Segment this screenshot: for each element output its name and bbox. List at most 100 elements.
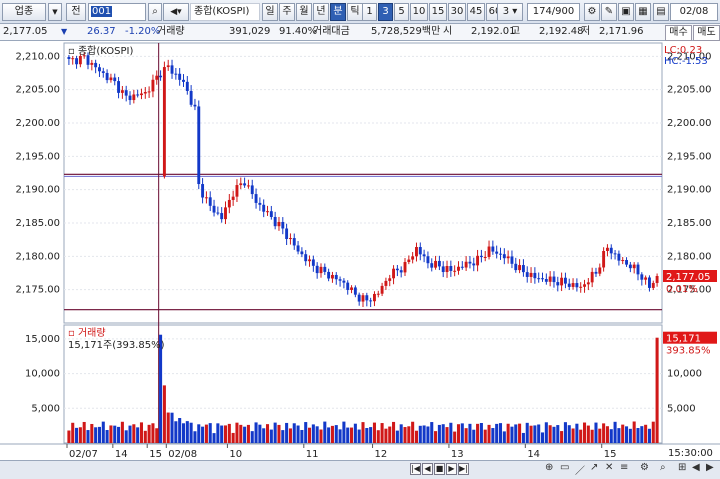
- period-button-2[interactable]: 월: [296, 3, 312, 21]
- count-select[interactable]: 3 ▾: [497, 3, 523, 21]
- scroll-end-button[interactable]: ▶|: [458, 463, 469, 475]
- period-button-1[interactable]: 주: [279, 3, 295, 21]
- settings-icon[interactable]: ⚙: [584, 3, 600, 21]
- scroll-start-button[interactable]: |◀: [410, 463, 421, 475]
- volume-bar: [136, 427, 140, 443]
- candle-body: [506, 256, 510, 259]
- volume-bar: [120, 421, 124, 443]
- candle-body: [311, 259, 315, 266]
- volume-bar: [609, 429, 613, 443]
- code-input[interactable]: 001: [88, 3, 146, 21]
- candle-body: [399, 270, 403, 273]
- type-select[interactable]: 전: [66, 3, 86, 21]
- volume-bar: [456, 424, 461, 443]
- candle-body: [514, 263, 518, 271]
- calendar-icon[interactable]: ▤: [653, 3, 669, 21]
- stop-button[interactable]: ■: [434, 463, 445, 475]
- volume-bar: [479, 423, 483, 443]
- settings-small-icon[interactable]: ⚙: [640, 462, 649, 473]
- current-price: 2,177.05: [3, 26, 48, 37]
- interval-button-4[interactable]: 15: [429, 3, 447, 21]
- volume-bar: [101, 421, 105, 443]
- prev-icon[interactable]: ◀: [692, 462, 700, 473]
- interval-button-5[interactable]: 30: [448, 3, 466, 21]
- sell-button[interactable]: 매도: [693, 25, 720, 41]
- candle-body: [113, 77, 117, 82]
- period-button-3[interactable]: 년: [313, 3, 329, 21]
- bars-icon[interactable]: ▭: [560, 462, 569, 473]
- interval-button-6[interactable]: 45: [467, 3, 485, 21]
- search-small-icon[interactable]: ⌕: [660, 462, 666, 473]
- candle-body: [468, 261, 472, 264]
- candle-body: [567, 283, 571, 287]
- interval-button-1[interactable]: 3: [378, 3, 393, 21]
- candle-body: [426, 256, 430, 264]
- date-input[interactable]: 02/08: [670, 3, 718, 21]
- volume-bar: [139, 422, 144, 443]
- volume-bar: [369, 427, 373, 443]
- market-select[interactable]: 업종: [2, 3, 46, 21]
- fit-icon[interactable]: ⊞: [678, 462, 686, 473]
- candle-body: [575, 283, 579, 288]
- period-button-5[interactable]: 틱: [347, 3, 363, 21]
- zoom-in-icon[interactable]: ⊕: [545, 462, 553, 473]
- candle-body: [453, 270, 457, 272]
- volume-bar: [437, 424, 441, 443]
- period-button-0[interactable]: 일: [262, 3, 278, 21]
- candle-body: [243, 183, 247, 186]
- candle-body: [472, 263, 476, 266]
- candle-body: [151, 79, 155, 92]
- last-percent-tag: 0.01%: [666, 284, 698, 295]
- volume-bar: [254, 422, 258, 443]
- last-volume-tag: 15,171: [666, 334, 701, 345]
- line-tool-icon[interactable]: ／: [575, 462, 585, 477]
- count-select-label: 3: [502, 6, 510, 17]
- volume-bar: [90, 423, 94, 443]
- buy-button[interactable]: 매수: [665, 25, 692, 41]
- next-icon[interactable]: ▶: [706, 462, 714, 473]
- search-icon[interactable]: ⌕: [148, 3, 162, 21]
- price-tick-left: 2,180.00: [15, 251, 60, 262]
- save-icon[interactable]: ▣: [618, 3, 634, 21]
- volume-bar: [250, 431, 254, 443]
- candle-body: [548, 276, 552, 282]
- volume-bar: [506, 423, 510, 443]
- interval-button-3[interactable]: 10: [410, 3, 428, 21]
- volume-bar: [392, 421, 396, 443]
- volume-bar: [193, 431, 197, 443]
- candle-body: [174, 73, 178, 75]
- x-axis-label: 02/08: [168, 449, 197, 460]
- candle-body: [155, 75, 159, 80]
- candle-body: [495, 251, 499, 254]
- interval-button-2[interactable]: 5: [394, 3, 409, 21]
- cross-tool-icon[interactable]: ✕: [605, 462, 613, 473]
- period-button-4[interactable]: 분: [330, 3, 346, 21]
- candle-body: [365, 295, 369, 301]
- candle-body: [418, 246, 422, 255]
- scroll-next-button[interactable]: ▶: [446, 463, 457, 475]
- count-input[interactable]: 174/900: [527, 3, 580, 21]
- volume-bar: [372, 422, 376, 443]
- pencil-icon[interactable]: ✎: [601, 3, 617, 21]
- volume-bar: [117, 426, 121, 443]
- candle-body: [189, 90, 193, 105]
- market-dropdown-icon[interactable]: ▼: [48, 3, 62, 21]
- volume-bar: [548, 425, 552, 443]
- trend-tool-icon[interactable]: ↗: [590, 462, 598, 473]
- volume-bar: [449, 422, 453, 443]
- candle-body: [277, 221, 281, 227]
- volume-bar: [460, 423, 464, 443]
- volume-bar: [308, 427, 312, 443]
- speaker-icon[interactable]: ◀▾: [163, 3, 189, 21]
- chart-area[interactable]: 2,210.00 2,210.002,205.00 2,205.002,200.00…: [0, 41, 720, 460]
- volume-bar: [97, 426, 101, 443]
- hc-label: HC:-1.53: [664, 56, 708, 67]
- volume-bar: [567, 425, 571, 443]
- low-label: 저: [581, 26, 591, 37]
- volume-bar: [300, 429, 304, 443]
- interval-button-0[interactable]: 1: [362, 3, 377, 21]
- scroll-prev-button[interactable]: ◀: [422, 463, 433, 475]
- grid-icon[interactable]: ▦: [635, 3, 651, 21]
- fib-tool-icon[interactable]: ≡: [620, 462, 628, 473]
- candle-body: [380, 285, 384, 294]
